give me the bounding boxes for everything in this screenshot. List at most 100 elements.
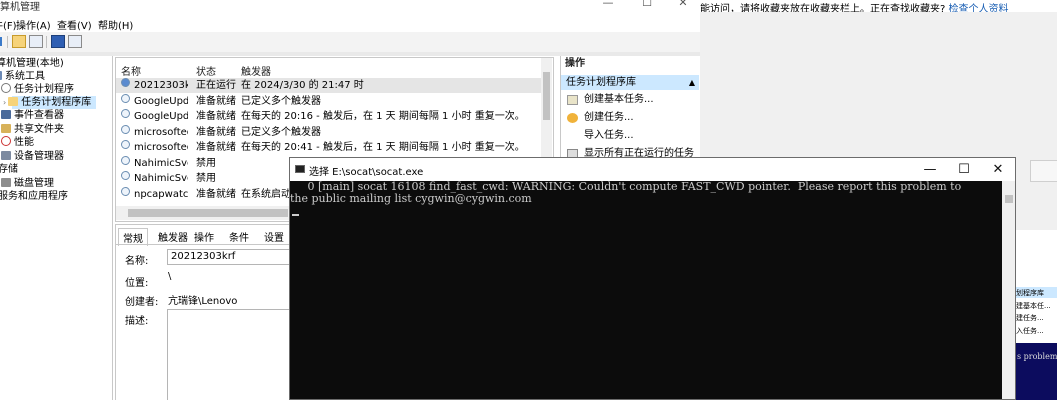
- tree-item-storage[interactable]: 存储: [0, 163, 18, 176]
- cm2-line[interactable]: 建基本任...: [1016, 301, 1051, 311]
- table-row[interactable]: GoogleUpd... 准备就绪 在每天的 20:16 - 触发后，在 1 天…: [116, 109, 541, 124]
- console-icon: [295, 165, 305, 173]
- maximize-button[interactable]: ☐: [634, 0, 660, 10]
- column-header-name[interactable]: 名称: [121, 63, 141, 78]
- clock-icon: [1, 83, 11, 93]
- menu-bar: 文件(F) 操作(A) 查看(V) 帮助(H): [0, 14, 700, 32]
- browser-panel: [1030, 160, 1057, 182]
- check-profile-link[interactable]: 检查个人资料: [949, 4, 1009, 12]
- console-cursor: [292, 214, 299, 216]
- author-value: 亢瑞锋\Lenovo: [168, 296, 238, 307]
- tree-item-system-tools[interactable]: 系统工具: [0, 70, 45, 83]
- task-icon: [121, 94, 130, 103]
- favorites-notice-bar: 能访问，请将收藏夹放在收藏夹栏上。正在查找收藏夹? 检查个人资料: [700, 0, 1057, 12]
- tree-item-label: 事件查看器: [14, 110, 64, 121]
- tree-item-device-manager[interactable]: 设备管理器: [1, 150, 64, 163]
- table-row[interactable]: GoogleUpd... 准备就绪 已定义多个触发器: [116, 94, 541, 109]
- tree-item-services-applications[interactable]: 服务和应用程序: [0, 190, 68, 203]
- properties-icon[interactable]: [68, 35, 82, 48]
- actions-section-task-library[interactable]: 任务计划程序库 ▲: [561, 75, 699, 90]
- console-minimize-button[interactable]: —: [913, 160, 947, 180]
- favorites-notice-text: 能访问，请将收藏夹放在收藏夹栏上。正在查找收藏夹?: [700, 4, 946, 12]
- task-status: 正在运行: [196, 80, 236, 91]
- tools-icon: [0, 71, 2, 80]
- console-scrollbar[interactable]: [1002, 181, 1015, 399]
- console-close-button[interactable]: ✕: [981, 160, 1015, 180]
- chevron-right-icon: ›: [3, 98, 7, 107]
- cm2-line[interactable]: 建任务...: [1016, 313, 1044, 323]
- task-icon: [121, 171, 130, 180]
- tree-item-computer-management[interactable]: 算机管理(本地): [0, 57, 64, 70]
- menu-view[interactable]: 查看(V): [57, 17, 92, 32]
- task-status: 准备就绪: [196, 96, 236, 107]
- vertical-scroll-thumb[interactable]: [543, 72, 550, 120]
- tab-settings[interactable]: 设置: [260, 228, 288, 245]
- horizontal-scroll-thumb[interactable]: [128, 209, 288, 217]
- tree-item-performance[interactable]: 性能: [1, 136, 34, 149]
- console-title: 选择 E:\socat\socat.exe: [309, 167, 424, 178]
- task-icon: [121, 140, 130, 149]
- minimize-button[interactable]: —: [595, 0, 621, 10]
- tree-item-label: 任务计划程序: [14, 84, 74, 95]
- task-icon: [121, 109, 130, 118]
- menu-action[interactable]: 操作(A): [16, 17, 51, 32]
- folder-up-icon[interactable]: [12, 35, 26, 48]
- forward-arrow-icon[interactable]: [0, 37, 2, 46]
- column-header-trigger[interactable]: 触发器: [241, 63, 271, 78]
- task-status: 禁用: [196, 158, 216, 169]
- tab-conditions[interactable]: 条件: [225, 228, 253, 245]
- tree-item-label: 服务和应用程序: [0, 191, 68, 202]
- collapse-up-icon[interactable]: ▲: [689, 75, 695, 90]
- close-button[interactable]: ✕: [670, 0, 696, 10]
- navigation-tree: 算机管理(本地) 系统工具 任务计划程序 › 任务计划程序库 事件查看器 共享文件…: [0, 56, 113, 400]
- menu-help[interactable]: 帮助(H): [98, 17, 133, 32]
- console-output: 0 [main] socat 16108 find_fast_cwd: WARN…: [290, 180, 962, 205]
- cm2-line[interactable]: 入任务...: [1016, 326, 1044, 336]
- tree-item-event-viewer[interactable]: 事件查看器: [1, 109, 64, 122]
- action-label: 创建任务...: [584, 112, 634, 123]
- tree-item-shared-folders[interactable]: 共享文件夹: [1, 123, 64, 136]
- task-status: 准备就绪: [196, 127, 236, 138]
- tab-actions[interactable]: 操作: [190, 228, 218, 245]
- section-label: 任务计划程序库: [566, 77, 636, 88]
- second-console-text: s problem: [1017, 352, 1057, 361]
- action-label: 导入任务...: [584, 130, 634, 141]
- cm2-top: [1016, 230, 1057, 280]
- task-status: 禁用: [196, 173, 216, 184]
- task-name: NahimicSvc...: [134, 158, 188, 169]
- task-name: GoogleUpd...: [134, 111, 188, 122]
- location-value: \: [168, 271, 172, 282]
- task-trigger: 在每天的 20:41 - 触发后，在 1 天 期间每隔 1 小时 重复一次。: [241, 142, 525, 153]
- task-status: 准备就绪: [196, 111, 236, 122]
- task-icon: [121, 125, 130, 134]
- tree-item-label: 系统工具: [5, 71, 45, 82]
- console-scroll-thumb[interactable]: [1005, 195, 1013, 203]
- tree-item-task-scheduler[interactable]: 任务计划程序: [1, 83, 74, 96]
- table-row[interactable]: microsofted... 准备就绪 在每天的 20:41 - 触发后，在 1…: [116, 140, 541, 155]
- tree-item-label: 存储: [0, 164, 18, 175]
- tree-item-disk-management[interactable]: 磁盘管理: [1, 177, 54, 190]
- column-header-status[interactable]: 状态: [196, 63, 216, 78]
- action-label: 创建基本任务...: [584, 94, 654, 105]
- window-title: 算机管理: [0, 2, 40, 13]
- tree-item-task-scheduler-library[interactable]: › 任务计划程序库: [3, 96, 91, 109]
- shared-folder-icon: [1, 124, 11, 133]
- console-maximize-button[interactable]: ☐: [947, 160, 981, 180]
- tab-triggers[interactable]: 触发器: [154, 228, 192, 245]
- task-icon: [121, 156, 130, 165]
- event-viewer-icon: [1, 110, 11, 119]
- menu-file[interactable]: 文件(F): [0, 17, 17, 32]
- table-row[interactable]: microsofted... 准备就绪 已定义多个触发器: [116, 125, 541, 140]
- tree-item-label: 共享文件夹: [14, 124, 64, 135]
- show-hide-tree-icon[interactable]: [29, 35, 43, 48]
- device-manager-icon: [1, 151, 11, 160]
- socat-console-window: 选择 E:\socat\socat.exe — ☐ ✕ 0 [main] soc…: [289, 157, 1016, 400]
- toolbar-divider: [7, 36, 8, 48]
- task-trigger: 已定义多个触发器: [241, 96, 321, 107]
- title-bar: 算机管理 — ☐ ✕: [0, 0, 700, 14]
- task-trigger: 在每天的 20:16 - 触发后，在 1 天 期间每隔 1 小时 重复一次。: [241, 111, 525, 122]
- task-trigger: 已定义多个触发器: [241, 127, 321, 138]
- task-name: npcapwatch...: [134, 189, 188, 200]
- help-icon[interactable]: [51, 35, 65, 48]
- table-row[interactable]: 20212303krf 正在运行 在 2024/3/30 的 21:47 时: [116, 78, 541, 93]
